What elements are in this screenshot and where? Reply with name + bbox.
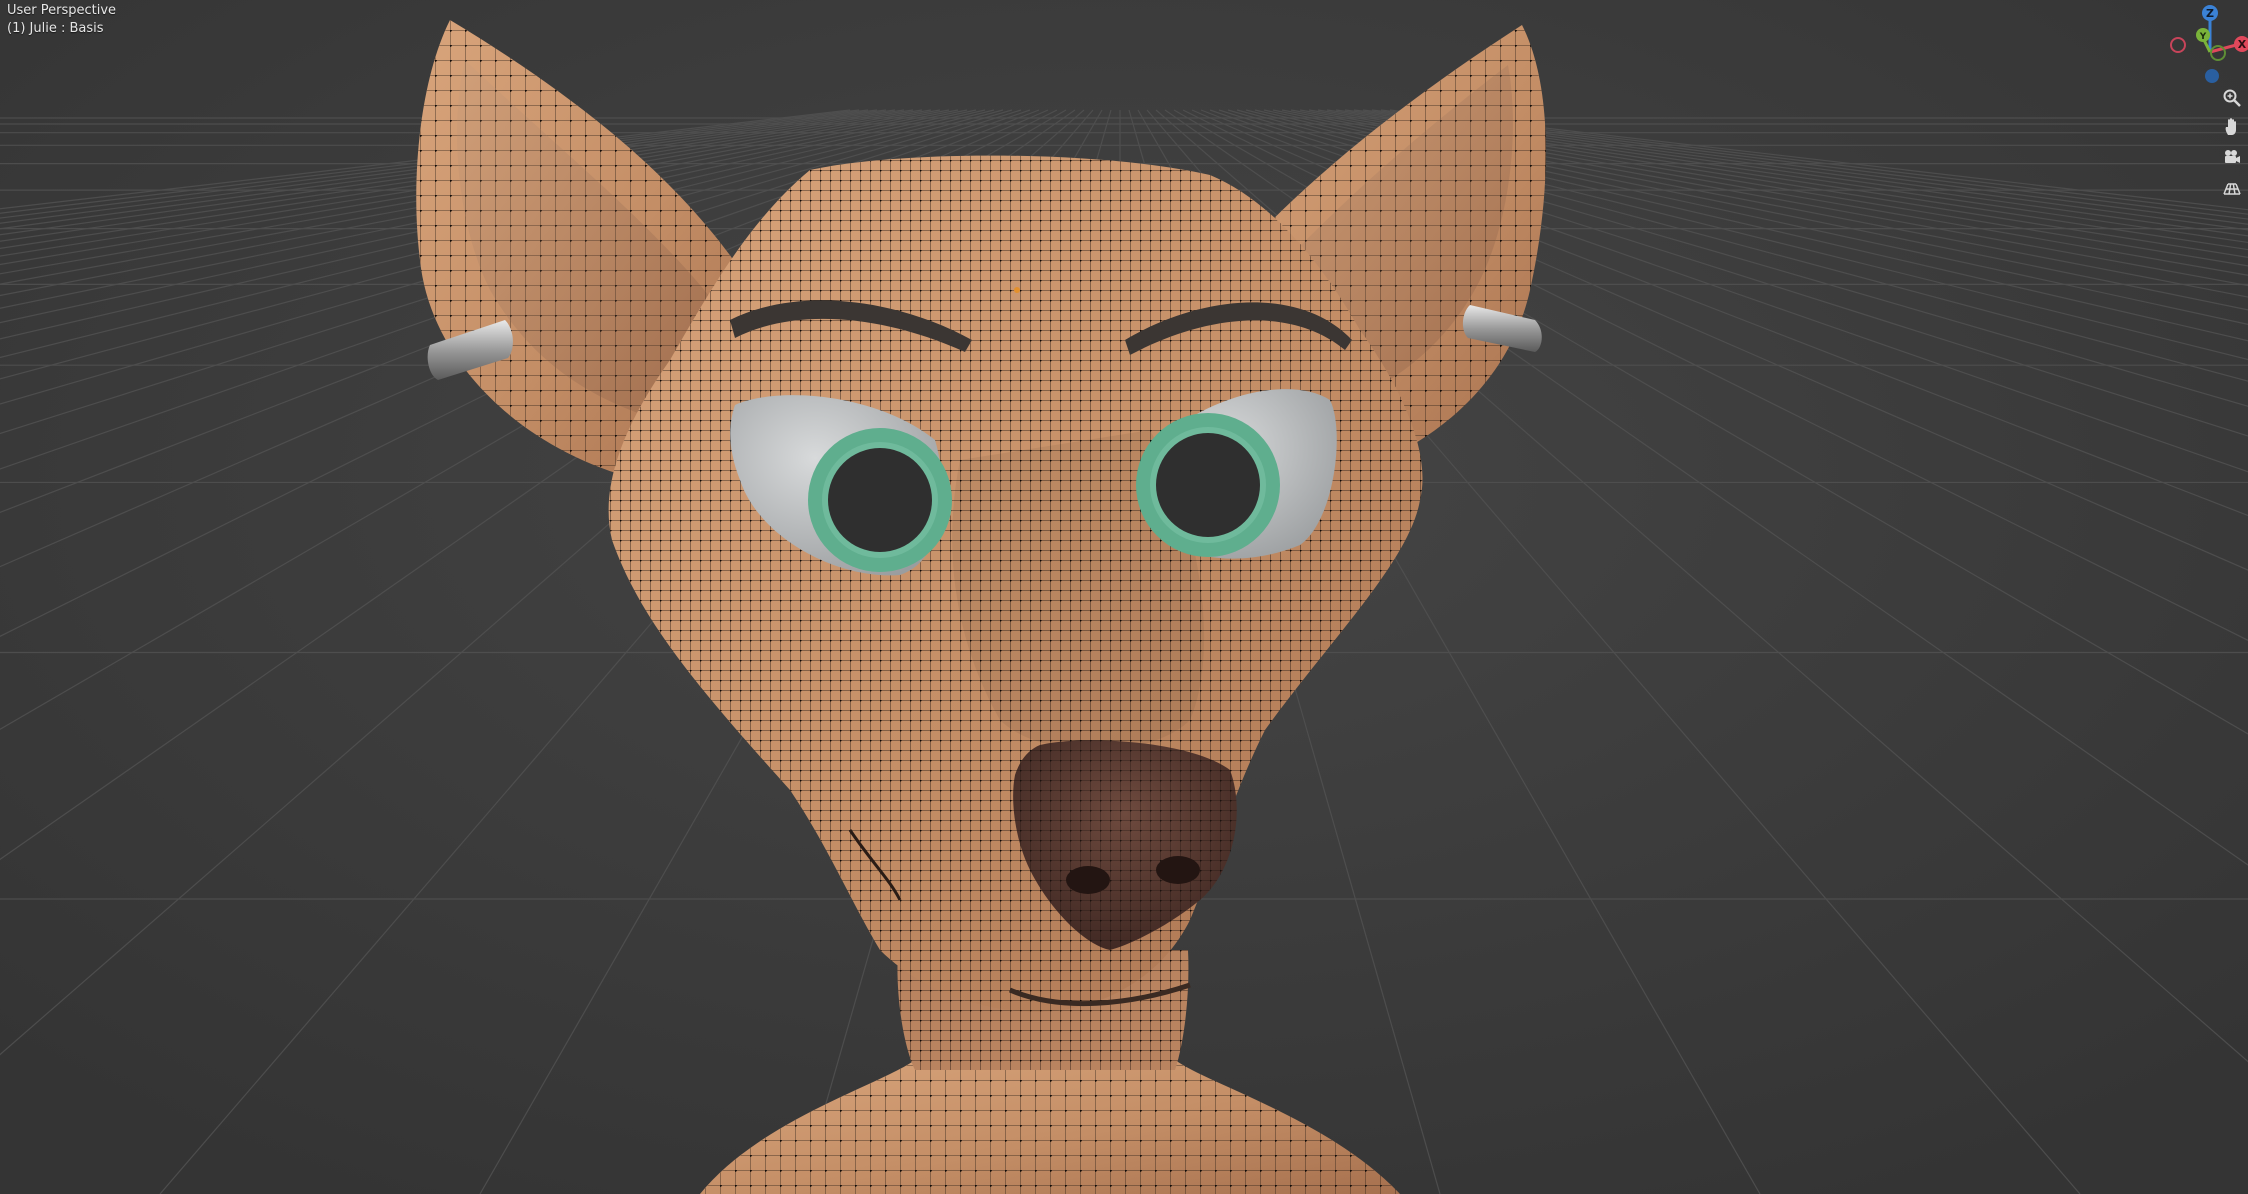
ortho-toggle-button[interactable] bbox=[2222, 175, 2248, 203]
gizmo-x-label: X bbox=[2238, 38, 2247, 51]
zoom-icon bbox=[2222, 88, 2242, 112]
grid-icon bbox=[2222, 177, 2242, 201]
camera-view-button[interactable] bbox=[2222, 145, 2248, 173]
viewport-object-info: (1) Julie : Basis bbox=[7, 21, 104, 36]
viewport-view-name: User Perspective bbox=[7, 3, 117, 18]
pan-hand-icon bbox=[2222, 117, 2242, 141]
pan-button[interactable] bbox=[2222, 115, 2248, 143]
gizmo-y-label: Y bbox=[2199, 32, 2207, 42]
gizmo-z-label: Z bbox=[2206, 7, 2214, 20]
gizmo-neg-z-axis bbox=[2205, 69, 2219, 83]
zoom-button[interactable] bbox=[2222, 86, 2248, 114]
object-origin-marker bbox=[1014, 287, 1020, 293]
3d-viewport[interactable]: Z Y X bbox=[0, 0, 2248, 1194]
camera-icon bbox=[2222, 147, 2242, 171]
